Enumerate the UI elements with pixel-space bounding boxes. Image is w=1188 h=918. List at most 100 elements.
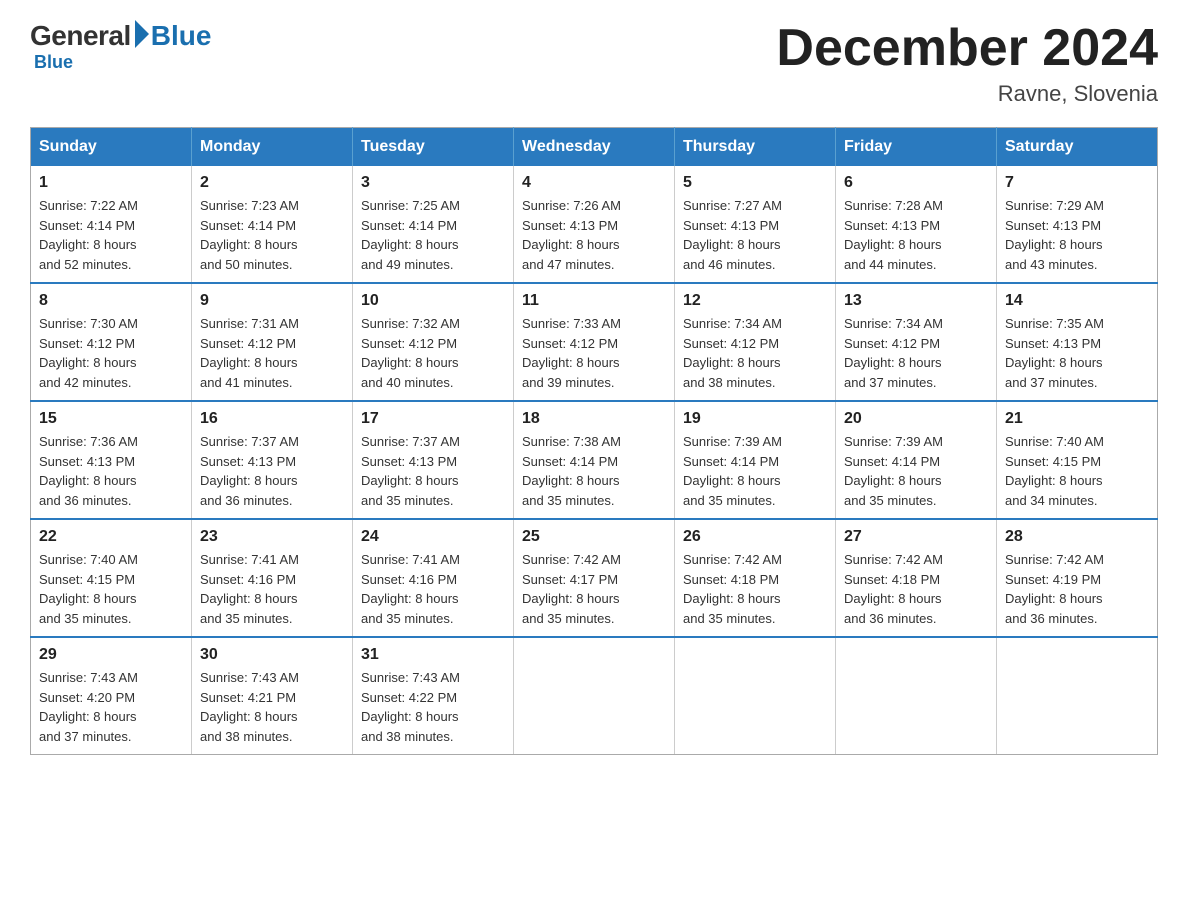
day-info: Sunrise: 7:34 AM Sunset: 4:12 PM Dayligh…	[844, 314, 988, 392]
header-sunday: Sunday	[31, 128, 192, 167]
calendar-day-cell: 15 Sunrise: 7:36 AM Sunset: 4:13 PM Dayl…	[31, 401, 192, 519]
logo: General Blue Blue	[30, 20, 211, 73]
day-info: Sunrise: 7:34 AM Sunset: 4:12 PM Dayligh…	[683, 314, 827, 392]
day-info: Sunrise: 7:41 AM Sunset: 4:16 PM Dayligh…	[200, 550, 344, 628]
calendar-day-cell: 27 Sunrise: 7:42 AM Sunset: 4:18 PM Dayl…	[836, 519, 997, 637]
day-info: Sunrise: 7:22 AM Sunset: 4:14 PM Dayligh…	[39, 196, 183, 274]
day-info: Sunrise: 7:35 AM Sunset: 4:13 PM Dayligh…	[1005, 314, 1149, 392]
day-info: Sunrise: 7:43 AM Sunset: 4:20 PM Dayligh…	[39, 668, 183, 746]
day-number: 10	[361, 292, 505, 310]
day-info: Sunrise: 7:42 AM Sunset: 4:18 PM Dayligh…	[844, 550, 988, 628]
day-info: Sunrise: 7:43 AM Sunset: 4:22 PM Dayligh…	[361, 668, 505, 746]
calendar-day-cell: 24 Sunrise: 7:41 AM Sunset: 4:16 PM Dayl…	[353, 519, 514, 637]
day-number: 4	[522, 174, 666, 192]
title-section: December 2024 Ravne, Slovenia	[776, 20, 1158, 107]
day-info: Sunrise: 7:33 AM Sunset: 4:12 PM Dayligh…	[522, 314, 666, 392]
calendar-day-cell: 12 Sunrise: 7:34 AM Sunset: 4:12 PM Dayl…	[675, 283, 836, 401]
header-tuesday: Tuesday	[353, 128, 514, 167]
day-number: 31	[361, 646, 505, 664]
day-number: 27	[844, 528, 988, 546]
day-info: Sunrise: 7:41 AM Sunset: 4:16 PM Dayligh…	[361, 550, 505, 628]
day-info: Sunrise: 7:37 AM Sunset: 4:13 PM Dayligh…	[200, 432, 344, 510]
day-info: Sunrise: 7:42 AM Sunset: 4:18 PM Dayligh…	[683, 550, 827, 628]
day-number: 13	[844, 292, 988, 310]
calendar-week-row: 15 Sunrise: 7:36 AM Sunset: 4:13 PM Dayl…	[31, 401, 1158, 519]
day-number: 17	[361, 410, 505, 428]
month-title: December 2024	[776, 20, 1158, 77]
calendar-day-cell: 26 Sunrise: 7:42 AM Sunset: 4:18 PM Dayl…	[675, 519, 836, 637]
day-number: 7	[1005, 174, 1149, 192]
day-info: Sunrise: 7:29 AM Sunset: 4:13 PM Dayligh…	[1005, 196, 1149, 274]
logo-blue-text: Blue	[151, 20, 212, 52]
day-number: 23	[200, 528, 344, 546]
header-thursday: Thursday	[675, 128, 836, 167]
calendar-day-cell	[836, 637, 997, 755]
day-info: Sunrise: 7:40 AM Sunset: 4:15 PM Dayligh…	[1005, 432, 1149, 510]
calendar-day-cell: 16 Sunrise: 7:37 AM Sunset: 4:13 PM Dayl…	[192, 401, 353, 519]
weekday-header-row: Sunday Monday Tuesday Wednesday Thursday…	[31, 128, 1158, 167]
day-info: Sunrise: 7:32 AM Sunset: 4:12 PM Dayligh…	[361, 314, 505, 392]
calendar-day-cell: 4 Sunrise: 7:26 AM Sunset: 4:13 PM Dayli…	[514, 166, 675, 283]
header-wednesday: Wednesday	[514, 128, 675, 167]
day-number: 3	[361, 174, 505, 192]
calendar-day-cell: 20 Sunrise: 7:39 AM Sunset: 4:14 PM Dayl…	[836, 401, 997, 519]
day-number: 26	[683, 528, 827, 546]
calendar-day-cell: 21 Sunrise: 7:40 AM Sunset: 4:15 PM Dayl…	[997, 401, 1158, 519]
day-number: 29	[39, 646, 183, 664]
day-number: 21	[1005, 410, 1149, 428]
day-number: 19	[683, 410, 827, 428]
day-number: 9	[200, 292, 344, 310]
calendar-day-cell: 7 Sunrise: 7:29 AM Sunset: 4:13 PM Dayli…	[997, 166, 1158, 283]
day-info: Sunrise: 7:27 AM Sunset: 4:13 PM Dayligh…	[683, 196, 827, 274]
day-number: 6	[844, 174, 988, 192]
header-monday: Monday	[192, 128, 353, 167]
calendar-day-cell: 1 Sunrise: 7:22 AM Sunset: 4:14 PM Dayli…	[31, 166, 192, 283]
calendar-day-cell: 5 Sunrise: 7:27 AM Sunset: 4:13 PM Dayli…	[675, 166, 836, 283]
day-info: Sunrise: 7:23 AM Sunset: 4:14 PM Dayligh…	[200, 196, 344, 274]
calendar-day-cell: 23 Sunrise: 7:41 AM Sunset: 4:16 PM Dayl…	[192, 519, 353, 637]
day-info: Sunrise: 7:42 AM Sunset: 4:19 PM Dayligh…	[1005, 550, 1149, 628]
day-info: Sunrise: 7:42 AM Sunset: 4:17 PM Dayligh…	[522, 550, 666, 628]
calendar-day-cell: 25 Sunrise: 7:42 AM Sunset: 4:17 PM Dayl…	[514, 519, 675, 637]
day-number: 2	[200, 174, 344, 192]
calendar-day-cell: 3 Sunrise: 7:25 AM Sunset: 4:14 PM Dayli…	[353, 166, 514, 283]
day-info: Sunrise: 7:43 AM Sunset: 4:21 PM Dayligh…	[200, 668, 344, 746]
calendar-week-row: 29 Sunrise: 7:43 AM Sunset: 4:20 PM Dayl…	[31, 637, 1158, 755]
day-info: Sunrise: 7:39 AM Sunset: 4:14 PM Dayligh…	[683, 432, 827, 510]
calendar-day-cell: 10 Sunrise: 7:32 AM Sunset: 4:12 PM Dayl…	[353, 283, 514, 401]
day-info: Sunrise: 7:26 AM Sunset: 4:13 PM Dayligh…	[522, 196, 666, 274]
day-number: 16	[200, 410, 344, 428]
calendar-day-cell: 31 Sunrise: 7:43 AM Sunset: 4:22 PM Dayl…	[353, 637, 514, 755]
day-info: Sunrise: 7:28 AM Sunset: 4:13 PM Dayligh…	[844, 196, 988, 274]
day-info: Sunrise: 7:39 AM Sunset: 4:14 PM Dayligh…	[844, 432, 988, 510]
day-info: Sunrise: 7:30 AM Sunset: 4:12 PM Dayligh…	[39, 314, 183, 392]
day-number: 30	[200, 646, 344, 664]
calendar-day-cell: 8 Sunrise: 7:30 AM Sunset: 4:12 PM Dayli…	[31, 283, 192, 401]
calendar-day-cell: 11 Sunrise: 7:33 AM Sunset: 4:12 PM Dayl…	[514, 283, 675, 401]
calendar-day-cell: 28 Sunrise: 7:42 AM Sunset: 4:19 PM Dayl…	[997, 519, 1158, 637]
day-number: 20	[844, 410, 988, 428]
calendar-day-cell	[514, 637, 675, 755]
day-number: 28	[1005, 528, 1149, 546]
calendar-week-row: 1 Sunrise: 7:22 AM Sunset: 4:14 PM Dayli…	[31, 166, 1158, 283]
day-number: 5	[683, 174, 827, 192]
day-number: 18	[522, 410, 666, 428]
day-number: 1	[39, 174, 183, 192]
calendar-week-row: 8 Sunrise: 7:30 AM Sunset: 4:12 PM Dayli…	[31, 283, 1158, 401]
day-number: 11	[522, 292, 666, 310]
calendar-week-row: 22 Sunrise: 7:40 AM Sunset: 4:15 PM Dayl…	[31, 519, 1158, 637]
day-number: 24	[361, 528, 505, 546]
calendar-day-cell: 17 Sunrise: 7:37 AM Sunset: 4:13 PM Dayl…	[353, 401, 514, 519]
logo-general-text: General	[30, 20, 131, 52]
logo-tagline: Blue	[34, 52, 73, 73]
day-number: 14	[1005, 292, 1149, 310]
calendar-day-cell: 6 Sunrise: 7:28 AM Sunset: 4:13 PM Dayli…	[836, 166, 997, 283]
calendar-day-cell: 22 Sunrise: 7:40 AM Sunset: 4:15 PM Dayl…	[31, 519, 192, 637]
day-info: Sunrise: 7:37 AM Sunset: 4:13 PM Dayligh…	[361, 432, 505, 510]
header-friday: Friday	[836, 128, 997, 167]
location: Ravne, Slovenia	[776, 81, 1158, 107]
day-number: 8	[39, 292, 183, 310]
page-header: General Blue Blue December 2024 Ravne, S…	[30, 20, 1158, 107]
day-info: Sunrise: 7:31 AM Sunset: 4:12 PM Dayligh…	[200, 314, 344, 392]
day-number: 12	[683, 292, 827, 310]
